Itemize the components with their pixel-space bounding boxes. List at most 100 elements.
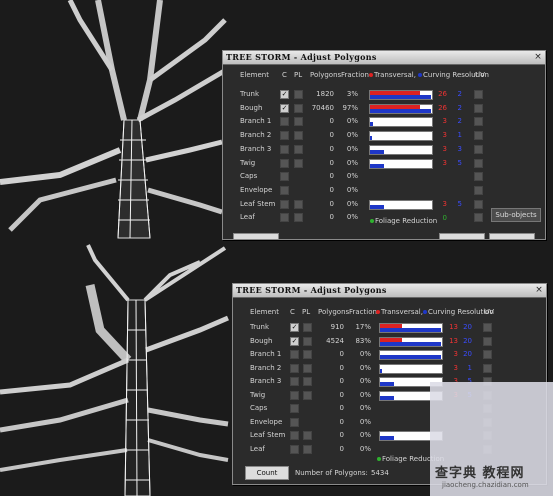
curving-value: 20 [463,350,472,358]
count-button[interactable]: Count [245,466,289,480]
cancel-button-partial[interactable] [489,233,535,239]
pl-checkbox[interactable] [303,336,312,346]
watermark-text: 查字典 教程网 [435,466,525,481]
curving-fill [380,395,394,400]
pl-checkbox[interactable] [294,103,303,113]
count-button-partial[interactable] [233,233,279,239]
curving-fill [370,136,372,141]
curving-value: 5 [457,158,462,167]
resolution-slider[interactable] [379,350,443,360]
curving-value: 3 [457,144,462,153]
uv-checkbox[interactable] [483,363,492,373]
c-checkbox[interactable]: ✓ [290,336,299,346]
c-checkbox[interactable] [290,431,299,440]
element-name: Leaf [240,213,255,222]
resolution-slider[interactable] [379,336,443,347]
c-checkbox[interactable] [290,377,299,386]
uv-checkbox[interactable] [474,103,483,113]
uv-checkbox[interactable] [474,199,483,209]
pl-checkbox[interactable] [303,390,312,400]
pl-checkbox[interactable] [303,323,312,332]
resolution-slider[interactable] [369,199,433,210]
header-c: C [282,71,287,79]
resolution-slider[interactable] [379,323,443,333]
fraction-value: 0% [359,363,371,372]
curving-fill [370,163,384,168]
c-checkbox[interactable] [290,390,299,400]
polygons-value: 4524 [326,336,344,345]
polygons-value: 0 [329,117,334,126]
uv-checkbox[interactable] [474,117,483,127]
sub-objects-button[interactable]: Sub-objects [491,208,541,222]
transversal-value: 3 [442,144,447,153]
polygons-value: 0 [339,363,344,372]
pl-checkbox[interactable] [294,117,303,127]
element-name: Branch 1 [250,350,282,358]
pl-checkbox[interactable] [294,213,303,223]
c-checkbox[interactable] [280,131,289,141]
polygons-value: 0 [339,444,344,453]
c-checkbox[interactable] [280,199,289,209]
ok-button-partial[interactable] [439,233,485,239]
close-icon[interactable]: × [533,52,543,62]
dialog-title-bar[interactable]: TREE STORM - Adjust Polygons × [223,51,545,65]
transversal-value: 3 [453,350,458,358]
c-checkbox[interactable] [280,144,289,154]
pl-checkbox[interactable] [294,158,303,168]
pl-checkbox[interactable] [294,90,303,99]
c-checkbox[interactable] [280,117,289,127]
c-checkbox[interactable]: ✓ [280,90,289,99]
header-fraction: Fraction [349,308,377,316]
curving-value: 1 [467,363,472,372]
uv-checkbox[interactable] [483,350,492,359]
polygons-value: 0 [339,431,344,439]
number-of-polygons-label: Number of Polygons: [295,469,368,477]
uv-checkbox[interactable] [474,90,483,99]
uv-checkbox[interactable] [483,323,492,332]
element-name: Branch 3 [240,144,272,153]
resolution-slider[interactable] [369,144,433,155]
c-checkbox[interactable] [280,172,289,182]
pl-checkbox[interactable] [303,377,312,386]
pl-checkbox[interactable] [303,363,312,373]
c-checkbox[interactable]: ✓ [280,103,289,113]
pl-checkbox[interactable] [294,144,303,154]
pl-checkbox[interactable] [294,199,303,209]
c-checkbox[interactable] [280,213,289,223]
c-checkbox[interactable] [290,363,299,373]
c-checkbox[interactable]: ✓ [290,323,299,332]
uv-checkbox[interactable] [474,131,483,141]
pl-checkbox[interactable] [294,131,303,141]
c-checkbox[interactable] [290,404,299,413]
polygons-value: 0 [329,185,334,194]
uv-checkbox[interactable] [474,185,483,195]
header-pl: PL [302,308,311,316]
resolution-slider[interactable] [379,363,443,374]
resolution-slider[interactable] [369,117,433,128]
uv-checkbox[interactable] [474,158,483,168]
c-checkbox[interactable] [290,417,299,427]
uv-checkbox[interactable] [474,172,483,182]
dialog-title-bar[interactable]: TREE STORM - Adjust Polygons × [233,284,546,298]
pl-checkbox[interactable] [303,444,312,454]
pl-checkbox[interactable] [303,431,312,440]
fraction-value: 0% [346,172,358,181]
pl-checkbox[interactable] [303,350,312,359]
header-c: C [290,308,295,316]
c-checkbox[interactable] [280,185,289,195]
fraction-value: 0% [359,390,371,399]
resolution-slider[interactable] [369,103,433,114]
resolution-slider[interactable] [369,131,433,142]
resolution-slider[interactable] [369,90,433,100]
uv-checkbox[interactable] [474,144,483,154]
c-checkbox[interactable] [290,350,299,359]
resolution-slider[interactable] [369,158,433,169]
fraction-value: 0% [346,144,358,153]
uv-checkbox[interactable] [474,213,483,223]
uv-checkbox[interactable] [483,336,492,346]
close-icon[interactable]: × [534,285,544,295]
c-checkbox[interactable] [290,444,299,454]
fraction-value: 97% [342,103,358,112]
fraction-value: 0% [346,199,358,208]
c-checkbox[interactable] [280,158,289,168]
